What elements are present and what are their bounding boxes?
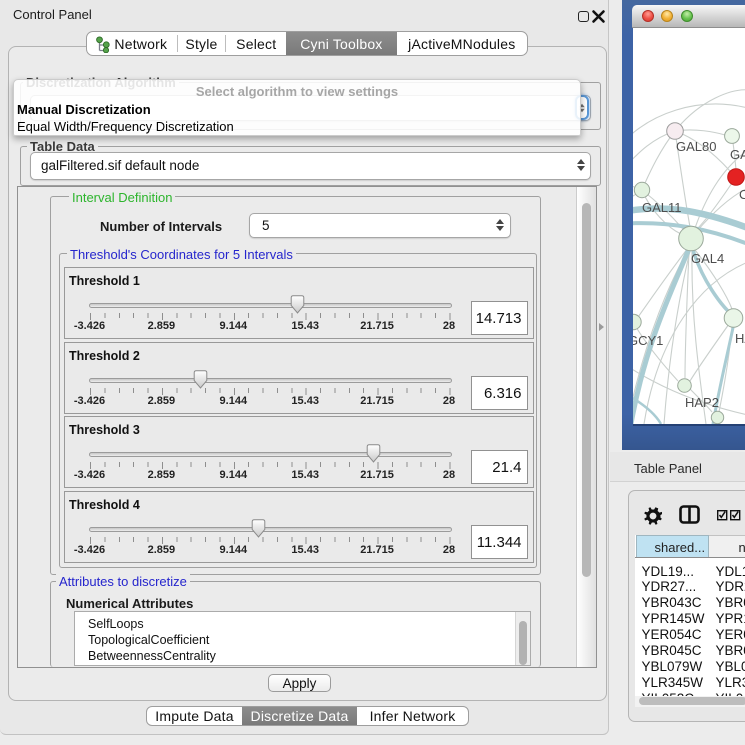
svg-text:GAL4: GAL4 (691, 251, 724, 266)
svg-text:C: C (739, 187, 745, 202)
svg-text:HA: HA (735, 331, 745, 346)
svg-text:HAP2: HAP2 (685, 395, 719, 410)
svg-text:GAL11: GAL11 (642, 200, 682, 215)
svg-text:GA: GA (730, 147, 745, 162)
svg-text:GAL80: GAL80 (676, 139, 716, 154)
svg-text:GCY1: GCY1 (633, 333, 663, 348)
